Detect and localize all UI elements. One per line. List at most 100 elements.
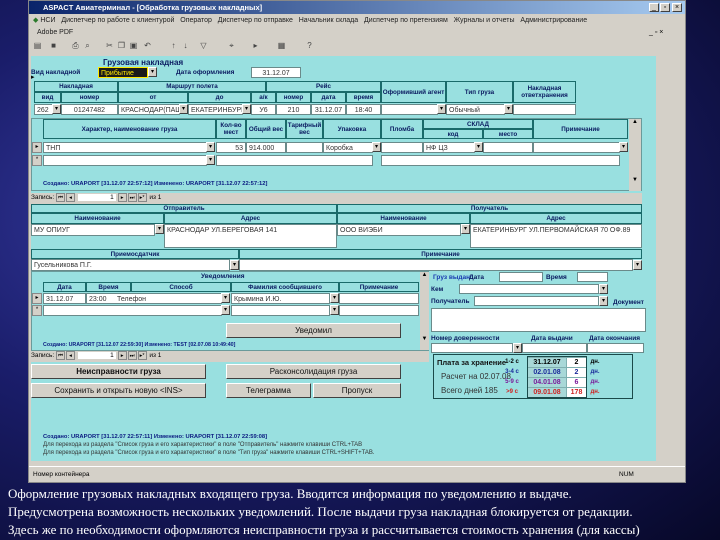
print-icon[interactable]: ⎙ xyxy=(71,41,80,50)
notif-last-icon[interactable]: ⏭ xyxy=(127,351,137,360)
menu-dispatch[interactable]: Диспетчер по отправке xyxy=(218,17,293,24)
notified-button[interactable]: Уведомил xyxy=(226,323,401,338)
new-cargo-fields[interactable] xyxy=(216,155,373,166)
agent-dropdown[interactable]: ▾ xyxy=(437,104,446,114)
note-field[interactable] xyxy=(239,259,633,271)
cut-icon[interactable]: ✂ xyxy=(105,41,114,50)
issued-by-dropdown[interactable]: ▾ xyxy=(599,284,608,294)
sender-name-field[interactable]: МУ ОПИУГ xyxy=(31,224,155,236)
flight-no-field[interactable]: 210 xyxy=(276,104,311,115)
cargo-note-field[interactable] xyxy=(533,142,620,153)
vid-field[interactable]: 262 xyxy=(34,104,53,115)
nomer-field[interactable]: 01247482 xyxy=(61,104,118,115)
cargo-name-field[interactable]: ТНП xyxy=(43,142,207,153)
receiver-dropdown[interactable]: ▾ xyxy=(461,224,470,234)
receiver-name-field[interactable]: ООО ВИЭБИ xyxy=(337,224,461,236)
menu-client[interactable]: Диспетчер по работе с клиентурой xyxy=(61,17,174,24)
pack-dropdown[interactable]: ▾ xyxy=(372,142,381,152)
issue-time-field[interactable] xyxy=(577,272,608,282)
issue-date-field[interactable] xyxy=(499,272,543,282)
seal-field[interactable] xyxy=(381,142,423,153)
proxy-issue-date-field[interactable] xyxy=(522,343,587,353)
mdi-controls[interactable]: _ ▫ × xyxy=(649,29,663,36)
menu-reports[interactable]: Журналы и отчеты xyxy=(454,17,515,24)
notif-note-field[interactable] xyxy=(339,293,419,304)
notif-time-field[interactable]: 23:00 xyxy=(86,293,116,304)
help-icon[interactable]: ? xyxy=(305,41,314,50)
minimize-button[interactable]: _ xyxy=(649,3,659,12)
new-row-selector[interactable]: * xyxy=(32,155,42,166)
recipient-dropdown[interactable]: ▾ xyxy=(599,296,608,306)
from-field[interactable]: КРАСНОДАР(ПАШ xyxy=(118,104,180,115)
from-dropdown[interactable]: ▾ xyxy=(179,104,188,114)
cargo-type-dropdown[interactable]: ▾ xyxy=(504,104,513,114)
menu-warehouse[interactable]: Начальник склада xyxy=(299,17,358,24)
notif-date-field[interactable]: 31.12.07 xyxy=(43,293,86,304)
pass-button[interactable]: Пропуск xyxy=(313,383,401,398)
notif-record-input[interactable]: 1 xyxy=(77,352,116,360)
kind-select[interactable]: Прибытие xyxy=(98,67,148,78)
clerk-dropdown[interactable]: ▾ xyxy=(230,260,239,270)
places-field[interactable]: 53 xyxy=(216,142,246,153)
notif-who-dropdown[interactable]: ▾ xyxy=(330,293,339,303)
vid-dropdown[interactable]: ▾ xyxy=(52,104,61,114)
to-dropdown[interactable]: ▾ xyxy=(242,104,251,114)
copy-icon[interactable]: ❐ xyxy=(117,41,126,50)
new-cargo-name-field[interactable] xyxy=(43,155,207,166)
menu-claims[interactable]: Диспетчер по претензиям xyxy=(364,17,448,24)
new-cargo-fields-right[interactable] xyxy=(381,155,620,166)
flight-time-field[interactable]: 18:40 xyxy=(346,104,381,115)
sort-asc-icon[interactable]: ↑ xyxy=(169,41,178,50)
record-number-input[interactable]: 1 xyxy=(77,194,116,202)
proxy-field[interactable] xyxy=(431,343,513,353)
sender-dropdown[interactable]: ▾ xyxy=(155,224,164,234)
agent-field[interactable] xyxy=(381,104,438,115)
close-button[interactable]: × xyxy=(672,3,682,12)
notif-next-icon[interactable]: ▸ xyxy=(117,351,127,360)
date-field[interactable]: 31.12.07 xyxy=(251,67,301,78)
preview-icon[interactable]: ⌕ xyxy=(83,41,92,50)
prev-record-icon[interactable]: ◂ xyxy=(65,193,75,202)
notif-new-who[interactable] xyxy=(231,305,330,316)
clerk-field[interactable]: Гусельникова П.Г. xyxy=(31,259,230,271)
place-field[interactable] xyxy=(483,142,533,153)
receiver-address-field[interactable]: ЕКАТЕРИНБУРГ УЛ.ПЕРВОМАЙСКАЯ 70 ОФ.89 xyxy=(470,224,642,248)
proxy-end-date-field[interactable] xyxy=(587,343,644,353)
issued-by-field[interactable] xyxy=(459,284,599,294)
notif-new-note[interactable] xyxy=(339,305,419,316)
ak-field[interactable]: У6 xyxy=(251,104,276,115)
notif-method-field[interactable]: Телефон xyxy=(115,293,222,304)
cargo-type-field[interactable]: Обычный xyxy=(446,104,505,115)
notif-new-who-dropdown[interactable]: ▾ xyxy=(330,305,339,315)
form-scrollbar[interactable] xyxy=(658,56,684,461)
deconsolidation-button[interactable]: Расконсолидация груза xyxy=(226,364,401,379)
cargo-note-dropdown[interactable]: ▾ xyxy=(619,142,628,152)
new-record-icon[interactable]: ▸ xyxy=(251,41,260,50)
document-field[interactable] xyxy=(431,308,646,332)
find-icon[interactable]: ⌖ xyxy=(227,41,236,50)
code-field[interactable]: НФ ЦЗ xyxy=(423,142,475,153)
pack-field[interactable]: Коробка xyxy=(323,142,373,153)
menu-admin[interactable]: Администрирование xyxy=(520,17,587,24)
proxy-dropdown[interactable]: ▾ xyxy=(513,343,522,353)
code-dropdown[interactable]: ▾ xyxy=(474,142,483,152)
notif-new-icon[interactable]: ▸* xyxy=(137,351,147,360)
notif-row-selector[interactable]: ▸ xyxy=(32,293,42,304)
undo-icon[interactable]: ↶ xyxy=(143,41,152,50)
sender-address-field[interactable]: КРАСНОДАР УЛ.БЕРЕГОВАЯ 141 xyxy=(164,224,337,248)
notif-prev-icon[interactable]: ◂ xyxy=(65,351,75,360)
database-icon[interactable]: ▦ xyxy=(277,41,286,50)
cargo-name-dropdown[interactable]: ▾ xyxy=(206,142,215,152)
menu-operator[interactable]: Оператор xyxy=(180,17,212,24)
defects-button[interactable]: Неисправности груза xyxy=(31,364,206,379)
telegram-button[interactable]: Телеграмма xyxy=(226,383,311,398)
paste-icon[interactable]: ▣ xyxy=(129,41,138,50)
notif-new-row[interactable] xyxy=(43,305,222,316)
last-record-icon[interactable]: ⏭ xyxy=(127,193,137,202)
sort-desc-icon[interactable]: ↓ xyxy=(181,41,190,50)
notif-method-dropdown[interactable]: ▾ xyxy=(221,293,230,303)
recipient-field[interactable] xyxy=(474,296,599,306)
save-and-new-button[interactable]: Сохранить и открыть новую <INS> xyxy=(31,383,206,398)
cargo-scrollbar[interactable]: ▲ ▼ xyxy=(629,119,641,191)
maximize-button[interactable]: ▫ xyxy=(660,3,670,12)
